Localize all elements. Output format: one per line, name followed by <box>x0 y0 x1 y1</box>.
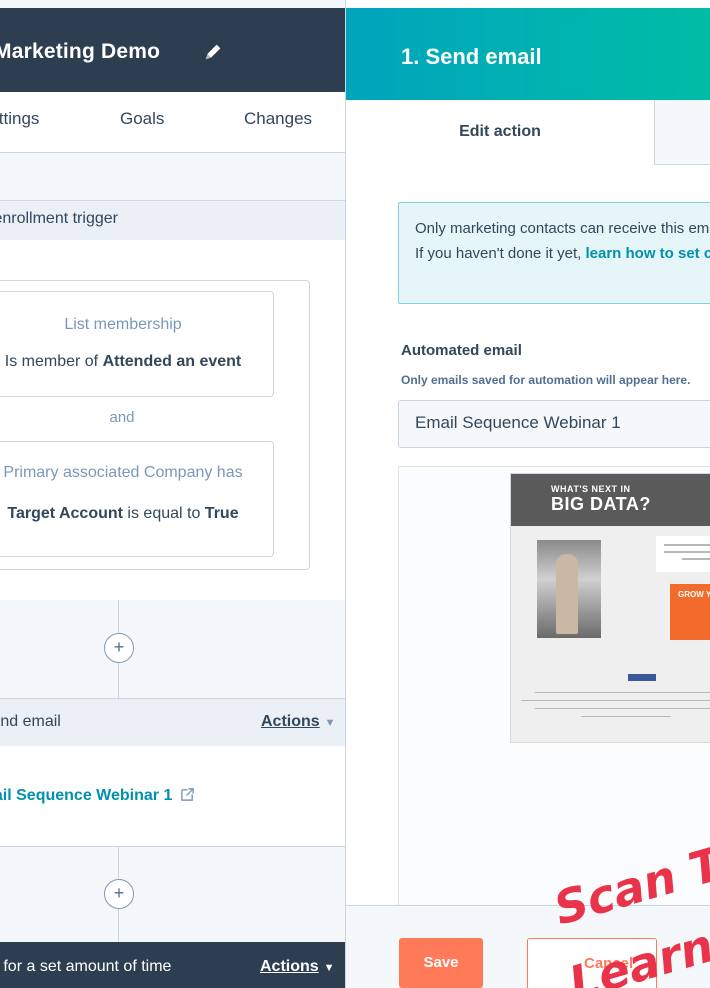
condition-joiner: and <box>109 409 135 426</box>
email-select-value: Email Sequence Webinar 1 <box>415 413 621 432</box>
tab-settings[interactable]: Settings <box>0 109 39 129</box>
automated-email-help: Only emails saved for automation will ap… <box>401 373 691 387</box>
condition-type: List membership <box>64 316 182 333</box>
action-card-body[interactable]: Email Sequence Webinar 1 <box>0 746 345 847</box>
workflow-panel: Marketing Demo Settings Goals Changes Se… <box>0 0 345 988</box>
info-alert: Only marketing contacts can receive this… <box>398 202 710 304</box>
thumbnail-header: WHAT'S NEXT IN BIG DATA? <box>511 474 710 526</box>
panel-header: 1. Send email <box>346 8 710 100</box>
condition-type: Primary associated Company has <box>3 464 243 481</box>
tab-edit-action[interactable]: Edit action <box>346 100 654 165</box>
action-title: 1. Send email <box>0 713 61 730</box>
tab-other[interactable] <box>654 100 710 165</box>
condition-group: List membership Is member of Attended an… <box>0 280 310 570</box>
thumbnail-cta: GROW YOUR <box>670 584 710 640</box>
email-thumbnail: WHAT'S NEXT IN BIG DATA? GROW YOUR <box>510 473 710 743</box>
action-editor-panel: 1. Send email Edit action Only marketing… <box>345 0 710 988</box>
email-preview: WHAT'S NEXT IN BIG DATA? GROW YOUR <box>398 466 710 910</box>
enrollment-trigger-header[interactable]: Set enrollment trigger <box>0 200 345 242</box>
thumbnail-person <box>556 554 578 634</box>
enrollment-trigger-title: Set enrollment trigger <box>0 210 118 227</box>
panel-tabs: Edit action <box>346 100 710 166</box>
enrollment-trigger-body[interactable]: List membership Is member of Attended an… <box>0 240 345 600</box>
panel-title: 1. Send email <box>401 44 542 69</box>
tab-changes[interactable]: Changes <box>244 109 312 129</box>
info-text: Only marketing contacts can receive this… <box>415 216 710 266</box>
add-action-button[interactable]: + <box>104 879 134 909</box>
delay-actions-menu[interactable]: Actions ▼ <box>260 958 335 976</box>
tab-goals[interactable]: Goals <box>120 109 164 129</box>
email-select[interactable]: Email Sequence Webinar 1 <box>398 400 710 448</box>
action-actions-menu[interactable]: Actions ▼ <box>261 713 336 731</box>
automated-email-label: Automated email <box>401 342 522 359</box>
condition-card-list-membership[interactable]: List membership Is member of Attended an… <box>0 291 274 397</box>
condition-card-company-property[interactable]: Primary associated Company has Target Ac… <box>0 441 274 557</box>
caret-down-icon: ▼ <box>324 717 336 729</box>
cancel-button[interactable]: Cancel <box>527 938 657 988</box>
thumbnail-social-icons <box>628 674 656 681</box>
workflow-header: Marketing Demo <box>0 8 345 92</box>
action-email-link[interactable]: Email Sequence Webinar 1 <box>0 787 195 805</box>
action-card-header[interactable]: 1. Send email Actions▼ <box>0 698 345 748</box>
panel-footer: Save Cancel <box>346 905 710 988</box>
delay-card-header[interactable]: Delay for a set amount of time Actions▼ <box>0 942 345 988</box>
condition-text: Target Account is equal to True <box>7 505 239 522</box>
external-link-icon <box>180 788 194 801</box>
tab-edit-action-label: Edit action <box>459 123 541 140</box>
delay-title: Delay for a set amount of time <box>0 958 172 975</box>
pencil-icon[interactable] <box>202 41 224 63</box>
caret-down-icon: ▼ <box>323 962 335 974</box>
thumbnail-subtitle: WHAT'S NEXT IN <box>551 484 631 494</box>
workflow-canvas: Set enrollment trigger List membership I… <box>0 153 345 988</box>
condition-text: Is member of Attended an event <box>4 353 242 370</box>
workflow-tabs: Settings Goals Changes <box>0 92 345 153</box>
thumbnail-textbox <box>656 536 710 572</box>
learn-how-link[interactable]: learn how to set contacts as marketing <box>585 245 710 262</box>
thumbnail-title: BIG DATA? <box>551 494 651 514</box>
workflow-title[interactable]: Marketing Demo <box>0 40 160 64</box>
add-action-button[interactable]: + <box>104 633 134 663</box>
save-button[interactable]: Save <box>399 938 483 988</box>
